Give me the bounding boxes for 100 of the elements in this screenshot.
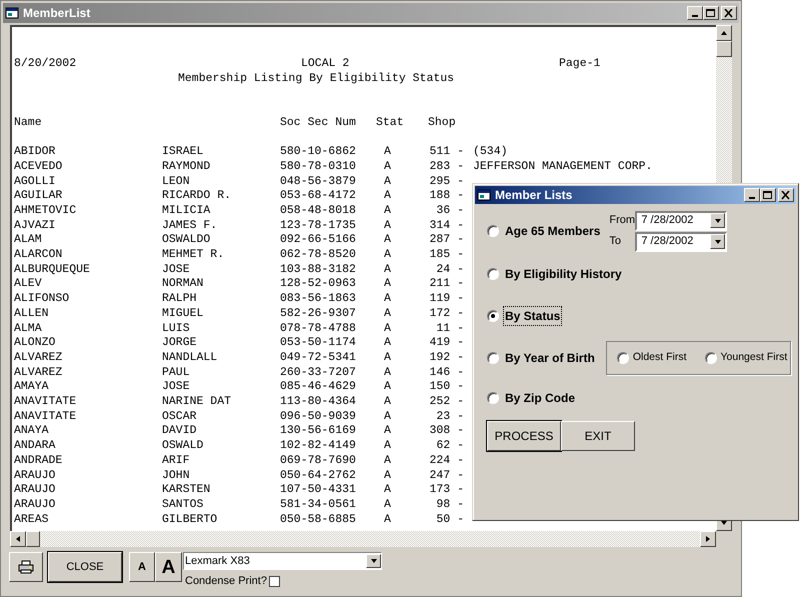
last-name-cell-text: AREAS [14,512,50,528]
close-icon [781,190,791,200]
last-name-cell-text: ACEVEDO [14,160,64,175]
scroll-up-button[interactable] [716,25,732,41]
status-cell-text: A [384,366,392,380]
status-cell-text: A [384,218,392,234]
status-cell-text: A [384,483,392,498]
shop-cell: 173 - [428,483,464,498]
last-name-cell-text: AHMETOVIC [14,204,78,219]
condense-checkbox[interactable] [268,576,280,587]
maximize-button[interactable] [760,188,776,202]
date-picker[interactable]: 7 /28/2002 [635,210,728,230]
column-header: Stat [376,116,405,132]
ssn-cell-text: 083-56-1863 [280,292,357,307]
shop-cell: 283 - [428,160,464,175]
ssn-cell-text: 062-78-8520 [280,248,357,263]
minimize-button[interactable] [687,6,703,20]
ssn-cell-text: 053-50-1174 [280,336,357,351]
shop-cell: 119 - [428,292,464,307]
last-name-cell-text: ANDRADE [14,454,64,469]
close-button[interactable] [778,188,794,202]
first-name-cell-text: JOSE [162,262,191,278]
last-name-cell-text: ARAUJO [14,498,56,513]
ssn-cell-text: 260-33-7207 [280,366,357,380]
minimize-button[interactable] [744,188,760,202]
close-button[interactable] [721,6,737,20]
ssn-cell-text: 580-10-6862 [280,145,357,160]
radio-button[interactable] [616,352,629,364]
shop-cell: 295 - [428,174,464,190]
first-name-cell-text: LEON [162,174,191,190]
last-name-cell-text: ANAVITATE [14,410,78,424]
status-cell-text: A [384,248,392,263]
report-org: LOCAL 2 [301,57,350,72]
ssn-cell-text: 128-52-0963 [280,277,357,292]
arrow-icon [14,535,22,543]
ssn-cell-text: 102-82-4149 [280,439,357,454]
shop-cell: 252 - [428,395,464,410]
first-name-cell-text: MILICIA [162,204,212,219]
status-cell-text: A [384,395,392,410]
last-name-cell-text: ANDARA [14,439,56,454]
ssn-cell-text: 113-80-4364 [280,395,357,410]
last-name-cell-text: ALIFONSO [14,292,70,307]
small-font-button[interactable]: A [129,552,155,582]
printer-dropdown[interactable]: Lexmark X83 [183,552,382,570]
shop-cell: 224 - [428,454,464,469]
scroll-thumb[interactable] [716,41,732,57]
option-label[interactable]: By Year of Birth [504,349,596,367]
status-cell-text: A [384,350,392,366]
process-button[interactable]: PROCESS [487,421,561,451]
status-cell-text: A [384,380,392,396]
column-header: Name [14,116,43,132]
shop-cell-text: 24 - [435,262,464,278]
first-name-cell-text: OSWALDO [162,233,212,248]
scroll-left-button[interactable] [10,531,26,547]
scroll-right-button[interactable] [700,531,716,547]
radio-button[interactable] [487,392,499,404]
first-name-cell-text: GILBERTO [162,512,218,528]
sort-option-label[interactable]: Youngest First [720,350,788,366]
sort-option-label[interactable]: Oldest First [632,350,686,366]
exit-button[interactable]: EXIT [561,421,635,451]
arrow-icon [714,238,722,246]
print-button[interactable] [9,552,43,582]
ssn-cell-text: 058-48-8018 [280,204,357,219]
option-label[interactable]: By Zip Code [504,389,576,407]
option-label[interactable]: Age 65 Members [504,222,602,240]
first-name-cell-text: ARIF [162,454,191,469]
company-cell: JEFFERSON MANAGEMENT CORP. [473,160,652,175]
status-cell-text: A [384,292,392,307]
status-cell-text: A [384,424,392,440]
horizontal-scrollbar[interactable] [10,531,716,547]
radio-button[interactable] [487,310,499,322]
option-label[interactable]: By Eligibility History [504,265,623,283]
first-name-cell-text: PAUL [162,366,191,380]
ssn-cell-text: 069-78-7690 [280,454,357,469]
company-cell: (534) [473,145,508,160]
last-name-cell-text: AGUILAR [14,189,64,204]
column-header: Shop [428,116,456,132]
minimize-icon [749,197,755,199]
large-font-button[interactable]: A [155,552,182,582]
shop-cell: 150 - [428,380,464,396]
radio-button[interactable] [487,268,499,280]
radio-button[interactable] [487,352,499,364]
first-name-cell-text: ISRAEL [162,145,204,160]
date-picker[interactable]: 7 /28/2002 [635,232,728,252]
last-name-cell-text: ALVAREZ [14,366,64,380]
close-report-button[interactable]: CLOSE [48,552,122,582]
ssn-cell-text: 096-50-9039 [280,410,357,424]
first-name-cell-text: DAVID [162,424,198,440]
status-cell-text: A [384,160,392,175]
radio-button[interactable] [704,352,716,364]
scroll-thumb[interactable] [26,531,40,547]
option-label[interactable]: By Status [504,307,562,325]
first-name-cell-text: RAYMOND [162,160,212,175]
maximize-button[interactable] [703,6,719,20]
radio-button[interactable] [487,225,499,237]
last-name-cell-text: ALLEN [14,306,50,322]
window-icon [5,6,19,20]
ssn-cell-text: 050-64-2762 [280,468,357,484]
first-name-cell-text: JOSE [162,380,191,396]
ssn-cell-text: 085-46-4629 [280,380,357,396]
